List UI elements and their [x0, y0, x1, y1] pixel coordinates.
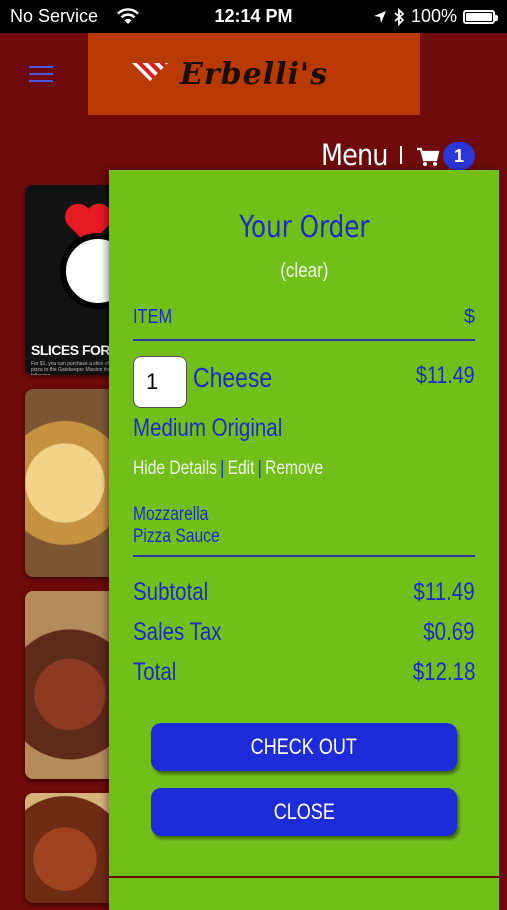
card-title: SLICES FOR	[31, 342, 111, 358]
remove-link[interactable]: Remove	[265, 458, 323, 479]
status-bar: No Service 12:14 PM 100%	[0, 0, 507, 33]
card-subtext: For $1, you can purchase a slice of pizz…	[31, 361, 111, 375]
logo[interactable]: Erbelli's	[88, 33, 420, 115]
logo-text: Erbelli's	[180, 56, 328, 92]
edit-link[interactable]: Edit	[228, 458, 255, 479]
order-panel: Your Order (clear) ITEM $ 1 Cheese $11.4…	[109, 170, 499, 910]
action-separator: |	[257, 458, 262, 479]
close-button[interactable]: CLOSE	[151, 788, 457, 836]
cart-icon[interactable]	[416, 147, 440, 167]
battery-percent: 100%	[410, 6, 457, 26]
subtotal-value: $11.49	[413, 578, 475, 606]
total-value: $12.18	[412, 658, 475, 686]
menu-link[interactable]: Menu	[321, 138, 388, 172]
item-name: Cheese	[193, 362, 273, 393]
total-label: Total	[133, 658, 177, 686]
item-size: Medium Original	[133, 414, 283, 442]
location-arrow-icon	[373, 10, 386, 23]
tax-value: $0.69	[423, 618, 475, 646]
checkout-button[interactable]: CHECK OUT	[151, 723, 457, 771]
header-divider	[400, 146, 402, 164]
column-header-item: ITEM	[133, 306, 173, 328]
subtotal-label: Subtotal	[133, 578, 209, 606]
quantity-input[interactable]: 1	[133, 356, 187, 408]
item-actions: Hide Details | Edit | Remove	[133, 458, 365, 480]
hamburger-menu-icon[interactable]	[29, 66, 53, 82]
panel-bottom-line	[109, 876, 499, 878]
battery-icon	[463, 9, 498, 24]
topping-item: Mozzarella	[133, 504, 209, 525]
topping-item: Pizza Sauce	[133, 526, 220, 547]
header-divider-line	[133, 339, 475, 341]
action-separator: |	[220, 458, 225, 479]
order-title: Your Order	[238, 210, 370, 245]
clear-order-link[interactable]: (clear)	[109, 260, 499, 283]
item-price: $11.49	[416, 362, 475, 389]
tax-label: Sales Tax	[133, 618, 222, 646]
logo-checkered-flag	[132, 63, 168, 81]
hide-details-link[interactable]: Hide Details	[133, 458, 217, 479]
bluetooth-icon	[394, 7, 405, 26]
status-right: 100%	[373, 6, 498, 27]
column-header-price: $	[463, 306, 475, 328]
cart-count-badge[interactable]: 1	[443, 142, 475, 170]
items-divider-line	[133, 555, 475, 557]
